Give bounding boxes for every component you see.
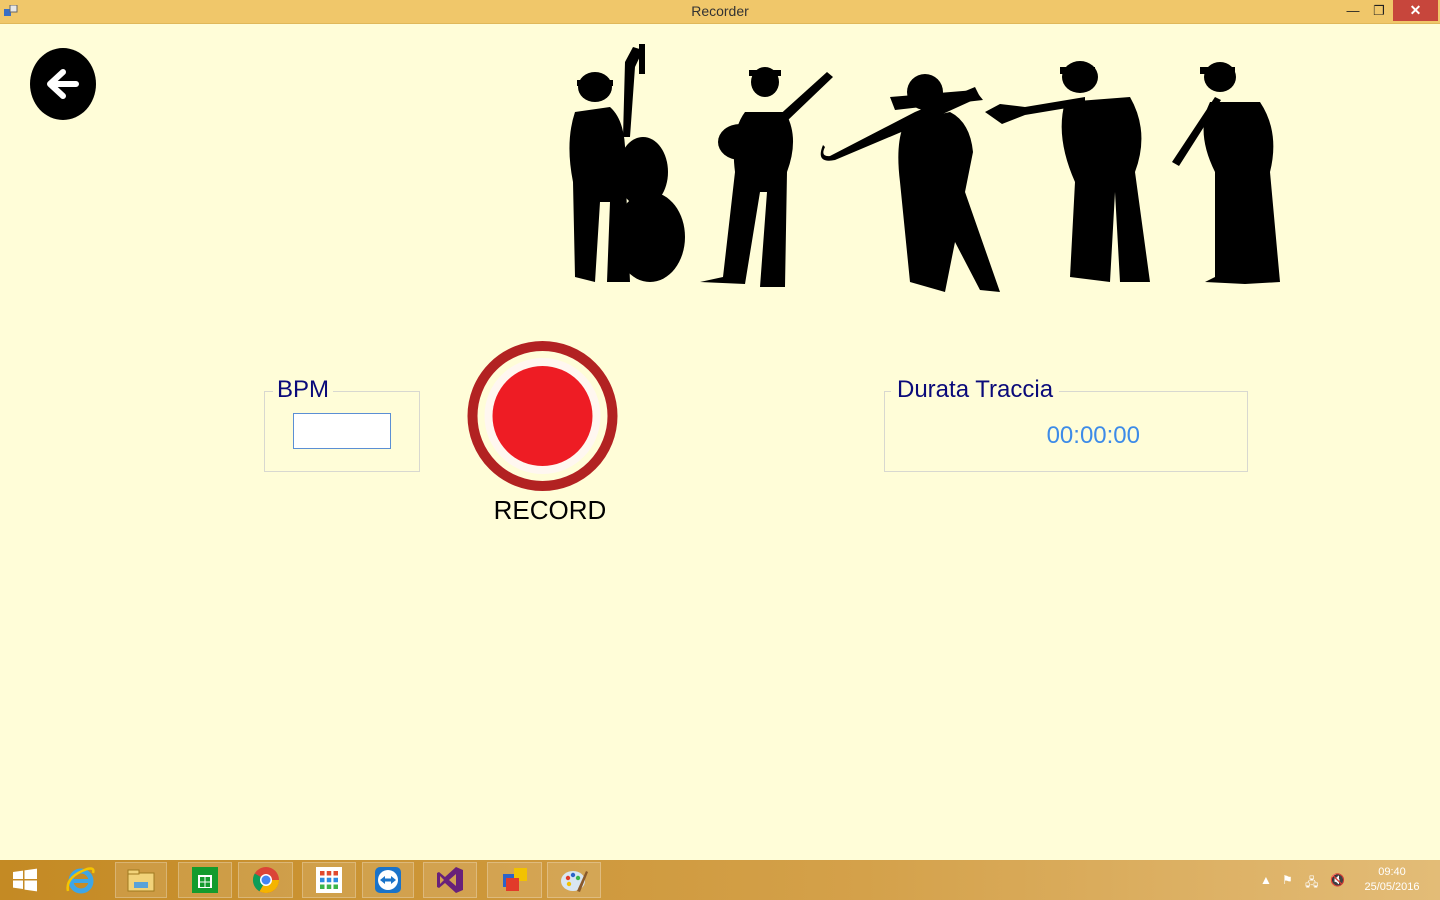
teamviewer-icon[interactable]	[362, 862, 414, 898]
recorder-app-icon[interactable]	[487, 862, 542, 898]
action-center-icon[interactable]: ⚑	[1282, 873, 1293, 887]
apps-grid-icon[interactable]	[302, 862, 356, 898]
maximize-button[interactable]: ❐	[1366, 0, 1392, 21]
track-duration-label: Durata Traccia	[891, 376, 1060, 404]
minimize-button[interactable]: —	[1340, 0, 1366, 21]
bpm-group: BPM	[264, 376, 420, 472]
title-bar: Recorder — ❐ ✕	[0, 0, 1440, 24]
record-button[interactable]	[467, 341, 618, 491]
internet-explorer-icon[interactable]	[56, 862, 106, 898]
trumpet-player-silhouette	[985, 61, 1150, 282]
show-hidden-icons-icon[interactable]: ▲	[1260, 873, 1272, 887]
windows-store-icon[interactable]	[178, 862, 232, 898]
chrome-icon[interactable]	[238, 862, 293, 898]
track-duration-group: Durata Traccia 00:00:00	[884, 376, 1248, 472]
network-icon[interactable]: 🖧	[1305, 873, 1318, 894]
clock-time: 09:40	[1378, 866, 1406, 878]
close-button[interactable]: ✕	[1393, 0, 1438, 21]
file-explorer-icon[interactable]	[115, 862, 167, 898]
clock[interactable]: 09:40 25/05/2016	[1360, 865, 1424, 895]
trombone-player-silhouette	[820, 74, 1000, 292]
record-label: RECORD	[493, 495, 607, 525]
record-icon	[467, 341, 618, 491]
windows-start-icon[interactable]	[8, 862, 42, 898]
track-duration-value: 00:00:00	[1046, 422, 1140, 449]
bpm-label: BPM	[273, 376, 334, 404]
volume-icon[interactable]: 🔇	[1330, 873, 1345, 887]
guitar-player-silhouette	[700, 67, 833, 287]
taskbar: ▲ ⚑ 🖧 🔇 09:40 25/05/2016	[0, 860, 1440, 900]
bass-player-silhouette	[569, 44, 685, 282]
window-title: Recorder	[691, 3, 749, 19]
paint-icon[interactable]	[547, 862, 601, 898]
back-arrow-icon	[47, 69, 79, 99]
clarinet-player-silhouette	[1172, 62, 1280, 284]
jazz-band-illustration	[569, 44, 1280, 292]
visual-studio-icon[interactable]	[423, 862, 477, 898]
clock-date: 25/05/2016	[1364, 881, 1420, 893]
back-button[interactable]	[30, 48, 96, 120]
bpm-input[interactable]	[293, 413, 391, 449]
